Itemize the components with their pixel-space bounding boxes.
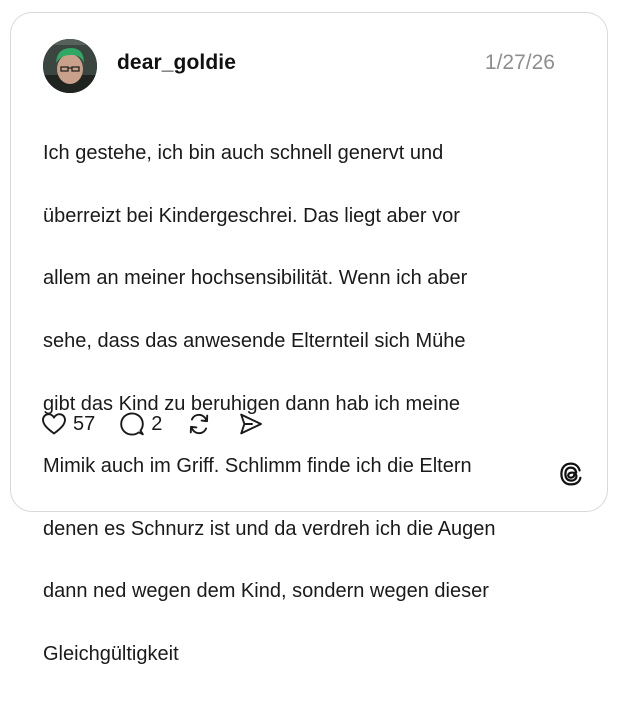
comment-icon — [120, 412, 144, 436]
repost-button[interactable] — [186, 411, 212, 437]
post-text-line: Mimik auch im Griff. Schlimm finde ich d… — [43, 455, 472, 478]
reply-button[interactable]: 2 — [119, 411, 162, 437]
reply-count: 2 — [151, 412, 163, 435]
post-text-line: Ich gestehe, ich bin auch schnell generv… — [43, 142, 444, 165]
like-count: 57 — [73, 412, 96, 435]
action-bar: 57 2 — [41, 409, 264, 439]
avatar[interactable] — [43, 39, 97, 93]
username[interactable]: dear_goldie — [117, 51, 236, 75]
share-button[interactable] — [238, 411, 264, 437]
avatar-image — [43, 39, 97, 93]
threads-logo[interactable] — [558, 461, 584, 487]
post-body: Ich gestehe, ich bin auch schnell generv… — [43, 107, 583, 702]
post-text-line: denen es Schnurz ist und da verdreh ich … — [43, 517, 496, 540]
post-card: dear_goldie 1/27/26 Ich gestehe, ich bin… — [10, 12, 608, 665]
threads-logo-icon — [560, 462, 582, 486]
share-icon — [240, 413, 263, 435]
post-text-line: allem an meiner hochsensibilität. Wenn i… — [43, 267, 468, 290]
repost-icon — [190, 413, 209, 435]
post-text-line: überreizt bei Kindergeschrei. Das liegt … — [43, 204, 460, 227]
heart-icon — [42, 413, 66, 435]
post-text-line: Gleichgültigkeit — [43, 643, 179, 666]
post-text-line: sehe, dass das anwesende Elternteil sich… — [43, 330, 466, 353]
post-date: 1/27/26 — [484, 51, 555, 74]
post-text-line: dann ned wegen dem Kind, sondern wegen d… — [43, 580, 489, 603]
like-button[interactable]: 57 — [41, 412, 95, 436]
